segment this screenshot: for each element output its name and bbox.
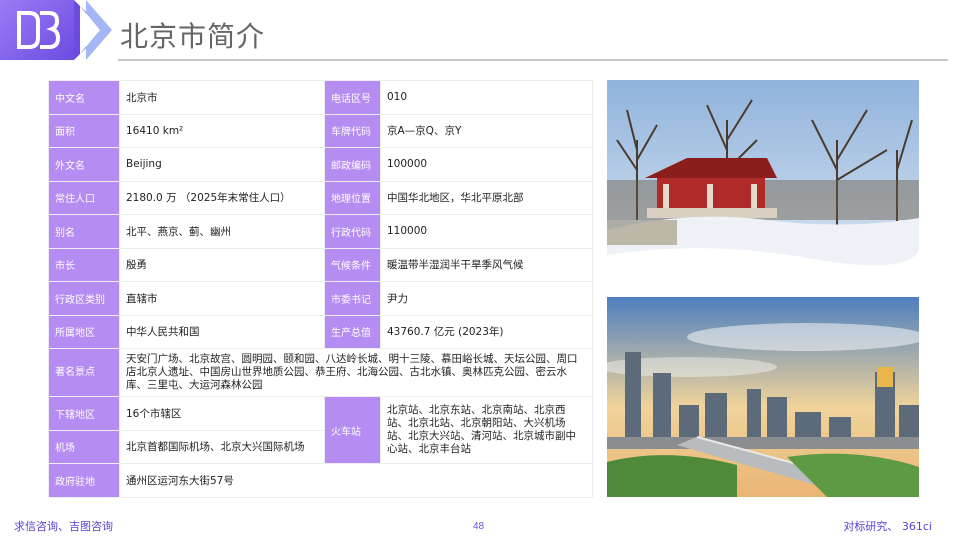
row-value: 100000 <box>380 147 593 182</box>
row-label: 行政区类别 <box>48 281 120 316</box>
scenic-label: 著名景点 <box>48 348 120 397</box>
info-table: 中文名 北京市 电话区号 010 面积 16410 km² 车牌代码 京A—京Q、京Y 外文名 B… <box>48 80 593 498</box>
table-row: 中文名 北京市 电话区号 010 <box>48 80 593 115</box>
row-value: 北平、燕京、蓟、幽州 <box>119 214 325 249</box>
chevron-decoration-inner <box>80 6 100 54</box>
row-value: 殷勇 <box>119 247 325 282</box>
title-divider <box>118 59 948 61</box>
row-value: 尹力 <box>380 281 593 316</box>
row-label: 地理位置 <box>324 180 381 215</box>
train-label: 火车站 <box>324 396 381 464</box>
row-value: 010 <box>380 80 593 115</box>
row-value: 2180.0 万 （2025年末常住人口） <box>119 180 325 215</box>
logo <box>0 0 112 60</box>
table-row: 常住人口 2180.0 万 （2025年末常住人口） 地理位置 中国华北地区，华北平原… <box>48 180 593 215</box>
train-value: 北京站、北京东站、北京南站、北京西站、北京北站、北京朝阳站、大兴机场站、北京大兴… <box>380 396 593 464</box>
row-value: 直辖市 <box>119 281 325 316</box>
page-title: 北京市简介 <box>120 20 266 53</box>
row-label: 邮政编码 <box>324 147 381 182</box>
table-row: 行政区类别 直辖市 市委书记 尹力 <box>48 281 593 316</box>
row-label: 车牌代码 <box>324 113 381 148</box>
row-value: 43760.7 亿元 (2023年) <box>380 314 593 349</box>
gov-label: 政府驻地 <box>48 463 120 498</box>
row-label: 生产总值 <box>324 314 381 349</box>
beijing-skyline-photo <box>607 297 919 497</box>
row-value: Beijing <box>119 147 325 182</box>
table-row: 面积 16410 km² 车牌代码 京A—京Q、京Y <box>48 113 593 148</box>
db-logo-icon <box>17 11 60 49</box>
row-label: 中文名 <box>48 80 120 115</box>
row-label: 常住人口 <box>48 180 120 215</box>
table-row: 市长 殷勇 气候条件 暖温带半湿润半干旱季风气候 <box>48 247 593 282</box>
pavilion-winter-photo <box>607 80 919 286</box>
row-label: 面积 <box>48 113 120 148</box>
table-row-gov: 政府驻地 通州区运河东大街57号 <box>48 463 593 498</box>
row-value: 16410 km² <box>119 113 325 148</box>
row-value: 暖温带半湿润半干旱季风气候 <box>380 247 593 282</box>
scenic-value: 天安门广场、北京故宫、圆明园、颐和园、八达岭长城、明十三陵、慕田峪长城、天坛公园… <box>119 348 593 397</box>
table-row: 所属地区 中华人民共和国 生产总值 43760.7 亿元 (2023年) <box>48 314 593 349</box>
row-label: 市长 <box>48 247 120 282</box>
row-value: 110000 <box>380 214 593 249</box>
airport-value: 北京首都国际机场、北京大兴国际机场 <box>119 429 325 464</box>
table-row: 外文名 Beijing 邮政编码 100000 <box>48 147 593 182</box>
district-label: 下辖地区 <box>48 396 120 431</box>
table-row: 别名 北平、燕京、蓟、幽州 行政代码 110000 <box>48 214 593 249</box>
district-value: 16个市辖区 <box>119 396 325 431</box>
row-label: 气候条件 <box>324 247 381 282</box>
row-label: 电话区号 <box>324 80 381 115</box>
row-label: 市委书记 <box>324 281 381 316</box>
row-label: 行政代码 <box>324 214 381 249</box>
row-label: 外文名 <box>48 147 120 182</box>
page-number: 48 <box>473 521 485 532</box>
gov-value: 通州区运河东大街57号 <box>119 463 593 498</box>
airport-label: 机场 <box>48 429 120 464</box>
row-label: 别名 <box>48 214 120 249</box>
row-value: 北京市 <box>119 80 325 115</box>
row-label: 所属地区 <box>48 314 120 349</box>
row-value: 中国华北地区，华北平原北部 <box>380 180 593 215</box>
row-value: 京A—京Q、京Y <box>380 113 593 148</box>
table-row-district: 下辖地区 16个市辖区 火车站 北京站、北京东站、北京南站、北京西站、北京北站、北京朝… <box>48 396 593 464</box>
footer-left-text: 求信咨询、吉图咨询 <box>14 520 113 533</box>
footer-right-text: 对标研究、 361ci <box>843 520 932 533</box>
table-row-scenic: 著名景点 天安门广场、北京故宫、圆明园、颐和园、八达岭长城、明十三陵、慕田峪长城、… <box>48 348 593 397</box>
row-value: 中华人民共和国 <box>119 314 325 349</box>
